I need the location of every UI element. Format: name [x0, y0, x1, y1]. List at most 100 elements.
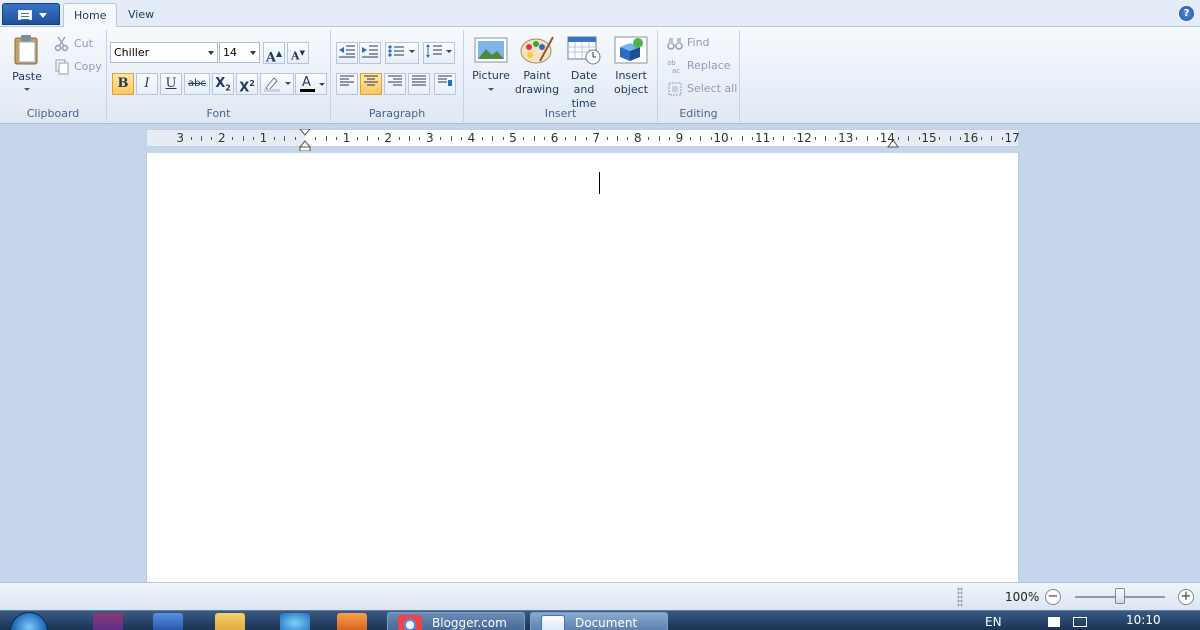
- insert-object-label-2: object: [614, 83, 648, 96]
- align-center-button[interactable]: [360, 73, 382, 95]
- ruler-label: 13: [838, 131, 854, 145]
- group-label-editing: Editing: [679, 107, 718, 120]
- ruler-label: 6: [550, 131, 559, 145]
- highlight-color-button[interactable]: [260, 73, 294, 95]
- ruler-tick: [523, 137, 525, 140]
- shrink-font-button[interactable]: A▼: [287, 42, 309, 64]
- chevron-down-icon: [24, 88, 30, 91]
- ruler-tick: [658, 136, 660, 141]
- decrease-indent-icon: [339, 45, 355, 58]
- folder-icon[interactable]: [215, 613, 245, 630]
- picture-icon: [474, 37, 508, 63]
- tab-home[interactable]: Home: [63, 3, 118, 28]
- date-time-button[interactable]: Date and time: [560, 35, 608, 111]
- ruler[interactable]: 3 2 1 1 2 3 4 5 6 7 8 9 10 11 12 13 14 15 16 17: [146, 129, 1020, 151]
- increase-indent-button[interactable]: [359, 42, 381, 64]
- italic-button[interactable]: I: [136, 73, 158, 95]
- insert-object-button[interactable]: Insert object: [608, 35, 654, 97]
- zoom-in-button[interactable]: +: [1178, 589, 1194, 605]
- paragraph-settings-button[interactable]: [434, 73, 456, 95]
- zoom-slider-thumb[interactable]: [1115, 588, 1125, 604]
- bold-button[interactable]: B: [112, 73, 134, 95]
- font-family-select[interactable]: Chiller: [110, 42, 218, 63]
- align-right-button[interactable]: [384, 73, 406, 95]
- subscript-mark: 2: [225, 83, 231, 93]
- group-font: Chiller 14 A▲ A▼ B I U abc X2 X2 A Font: [107, 30, 331, 122]
- select-all-button[interactable]: Select all: [667, 79, 737, 99]
- ruler-tick: [814, 137, 816, 140]
- ruler-tick: [700, 136, 702, 141]
- ruler-tick: [752, 137, 754, 140]
- font-size-select[interactable]: 14: [219, 42, 260, 63]
- media-player-icon[interactable]: [337, 613, 367, 630]
- ruler-tick: [908, 136, 910, 141]
- indent-marker-icon[interactable]: [298, 129, 312, 151]
- bullets-button[interactable]: [385, 42, 419, 64]
- taskbar-item-browser[interactable]: Blogger.com: [387, 612, 525, 630]
- ruler-tick: [606, 137, 608, 140]
- chevron-down-icon: [250, 51, 256, 55]
- strikethrough-button[interactable]: abc: [184, 73, 210, 95]
- paste-button[interactable]: Paste: [6, 34, 48, 91]
- replace-button[interactable]: ab ac Replace: [667, 56, 731, 76]
- font-color-button[interactable]: A: [295, 73, 327, 95]
- align-center-icon: [364, 75, 378, 86]
- justify-icon: [412, 75, 426, 86]
- ruler-label: 14: [879, 131, 896, 145]
- ruler-tick: [533, 136, 535, 141]
- help-icon[interactable]: ?: [1179, 6, 1194, 21]
- calendar-clock-icon: [567, 36, 601, 65]
- ruler-tick: [575, 136, 577, 141]
- superscript-mark: 2: [249, 79, 255, 88]
- group-paragraph: Paragraph: [331, 30, 464, 122]
- word-icon[interactable]: [153, 613, 183, 630]
- ruler-label: 15: [921, 131, 937, 145]
- tab-view[interactable]: View: [118, 3, 164, 28]
- flag-icon[interactable]: [1048, 617, 1060, 627]
- zoom-out-button[interactable]: −: [1045, 589, 1061, 605]
- taskbar-item-document[interactable]: Document: [530, 612, 668, 630]
- winrar-icon[interactable]: [93, 613, 123, 630]
- internet-explorer-icon[interactable]: [280, 613, 310, 630]
- copy-icon: [55, 59, 69, 75]
- ruler-tick: [835, 137, 837, 140]
- ruler-tick: [367, 136, 369, 141]
- cut-button[interactable]: Cut: [54, 34, 93, 54]
- underline-button[interactable]: U: [160, 73, 182, 95]
- language-indicator[interactable]: EN: [985, 615, 1002, 629]
- decrease-indent-button[interactable]: [336, 42, 358, 64]
- copy-button[interactable]: Copy: [54, 57, 102, 77]
- paint-drawing-button[interactable]: Paint drawing: [514, 35, 560, 97]
- superscript-button[interactable]: X2: [236, 73, 258, 95]
- start-button[interactable]: [10, 612, 48, 630]
- clock[interactable]: 10:10: [1126, 613, 1161, 627]
- insert-picture-button[interactable]: Picture: [468, 35, 514, 91]
- group-label-insert: Insert: [544, 107, 577, 120]
- ribbon: Paste Cut Copy Clipboard Chiller 14 A▲ A…: [0, 27, 1200, 124]
- line-spacing-button[interactable]: [423, 42, 455, 64]
- find-button[interactable]: Find: [667, 33, 710, 53]
- document-page[interactable]: [146, 153, 1019, 583]
- paste-label: Paste: [12, 70, 42, 83]
- ruler-tick: [825, 136, 826, 141]
- ruler-tick: [949, 136, 951, 141]
- ruler-tick: [377, 137, 379, 140]
- ruler-tick: [253, 137, 254, 140]
- network-icon[interactable]: [1073, 617, 1087, 627]
- wordpad-icon: [541, 615, 565, 630]
- text-caret: [599, 172, 600, 194]
- subscript-button[interactable]: X2: [212, 73, 234, 95]
- ruler-tick: [502, 137, 504, 140]
- group-editing: Find ab ac Replace Select all Editing: [658, 30, 740, 122]
- palette-icon: [520, 36, 554, 64]
- justify-button[interactable]: [408, 73, 430, 95]
- ruler-right-margin: [894, 130, 1018, 146]
- ruler-label: 12: [796, 131, 812, 145]
- ruler-label: 2: [384, 131, 392, 145]
- select-all-label: Select all: [687, 82, 738, 95]
- align-right-icon: [388, 75, 402, 86]
- application-menu-button[interactable]: [2, 3, 60, 25]
- align-left-button[interactable]: [336, 73, 358, 95]
- grow-font-button[interactable]: A▲: [263, 42, 285, 65]
- svg-text:ac: ac: [672, 67, 680, 74]
